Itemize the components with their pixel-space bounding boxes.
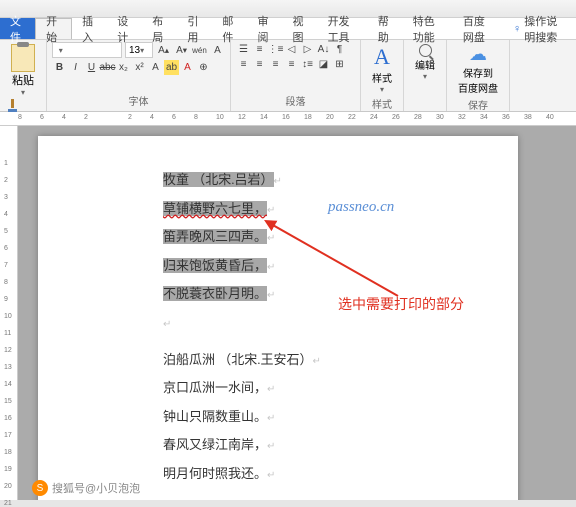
decrease-indent-button[interactable]: ◁	[284, 42, 299, 57]
line-spacing-button[interactable]: ↕≡	[300, 57, 315, 72]
font-group-label: 字体	[52, 93, 225, 109]
increase-indent-button[interactable]: ▷	[300, 42, 315, 57]
text-effects-button[interactable]: A	[148, 60, 163, 75]
font-color-button[interactable]: A	[180, 60, 195, 75]
superscript-button[interactable]: x²	[132, 60, 147, 75]
tab-reference[interactable]: 引用	[177, 18, 212, 39]
styles-icon: A	[374, 44, 390, 70]
ribbon-tabs: 文件 开始 插入 设计 布局 引用 邮件 审阅 视图 开发工具 帮助 特色功能 …	[0, 18, 576, 40]
shading-button[interactable]: ◪	[316, 57, 331, 72]
workspace: 123456789101112131415161718192021 牧童 （北宋…	[0, 126, 576, 500]
align-left-button[interactable]: ≡	[236, 57, 251, 72]
font-group: ▾ 13▾ A▴ A▾ wén A B I U abc x₂ x² A ab A…	[47, 40, 231, 111]
document-canvas[interactable]: 牧童 （北宋.吕岩）↵ 草铺横野六七里，↵ 笛弄晚风三四声。↵ 归来饱饭黄昏后，…	[18, 126, 576, 500]
page: 牧童 （北宋.吕岩）↵ 草铺横野六七里，↵ 笛弄晚风三四声。↵ 归来饱饭黄昏后，…	[38, 136, 518, 500]
font-size-select[interactable]: 13▾	[125, 42, 153, 58]
poem2-line-2[interactable]: 钟山只隔数重山。↵	[163, 403, 518, 432]
paragraph-group: ☰ ≡ ⋮≡ ◁ ▷ A↓ ¶ ≡ ≡ ≡ ≡ ↕≡ ◪ ⊞ 段落	[231, 40, 361, 111]
tab-special[interactable]: 特色功能	[403, 18, 453, 39]
horizontal-ruler[interactable]: 8642246810121416182022242628303234363840	[0, 112, 576, 126]
styles-group: A 样式▾ 样式	[361, 40, 404, 111]
save-baidu-button[interactable]: ☁ 保存到 百度网盘	[452, 42, 504, 97]
watermark: passneo.cn	[328, 191, 394, 224]
cloud-icon: ☁	[469, 44, 487, 65]
tab-layout[interactable]: 布局	[142, 18, 177, 39]
italic-button[interactable]: I	[68, 60, 83, 75]
save-group: ☁ 保存到 百度网盘 保存	[447, 40, 510, 111]
align-right-button[interactable]: ≡	[268, 57, 283, 72]
paste-button[interactable]: 粘贴▾	[5, 42, 41, 99]
sohu-logo-icon: S	[32, 480, 48, 496]
borders-button[interactable]: ⊞	[332, 57, 347, 72]
ribbon: 粘贴▾ 剪贴板 ▾ 13▾ A▴ A▾ wén A B I U abc x₂ x…	[0, 40, 576, 112]
poem2-line-4[interactable]: 明月何时照我还。↵	[163, 460, 518, 489]
tab-start[interactable]: 开始	[35, 18, 72, 39]
poem2-line-1[interactable]: 京口瓜洲一水间，↵	[163, 374, 518, 403]
align-center-button[interactable]: ≡	[252, 57, 267, 72]
editing-button[interactable]: 编辑▾	[409, 42, 441, 83]
decrease-font-button[interactable]: A▾	[174, 43, 189, 58]
tab-mail[interactable]: 邮件	[212, 18, 247, 39]
styles-button[interactable]: A 样式▾	[366, 42, 398, 96]
tab-help[interactable]: 帮助	[368, 18, 403, 39]
tab-file[interactable]: 文件	[0, 18, 35, 39]
tab-devtools[interactable]: 开发工具	[318, 18, 368, 39]
underline-button[interactable]: U	[84, 60, 99, 75]
paste-icon	[11, 44, 35, 72]
show-marks-button[interactable]: ¶	[332, 42, 347, 57]
sohu-attribution: S 搜狐号@小贝泡泡	[32, 480, 140, 496]
sort-button[interactable]: A↓	[316, 42, 331, 57]
clipboard-group: 粘贴▾ 剪贴板	[0, 40, 47, 111]
editing-group: 编辑▾	[404, 40, 447, 111]
vertical-ruler[interactable]: 123456789101112131415161718192021	[0, 126, 18, 500]
multilevel-button[interactable]: ⋮≡	[268, 42, 283, 57]
highlight-button[interactable]: ab	[164, 60, 179, 75]
bold-button[interactable]: B	[52, 60, 67, 75]
increase-font-button[interactable]: A▴	[156, 43, 171, 58]
tab-search[interactable]: ♀操作说明搜索	[503, 18, 576, 39]
paragraph-group-label: 段落	[236, 93, 355, 109]
poem2-title[interactable]: 泊船瓜洲 （北宋.王安石）↵	[163, 346, 518, 375]
justify-button[interactable]: ≡	[284, 57, 299, 72]
tab-design[interactable]: 设计	[107, 18, 142, 39]
numbering-button[interactable]: ≡	[252, 42, 267, 57]
tab-insert[interactable]: 插入	[72, 18, 107, 39]
poem1-line-2[interactable]: 笛弄晚风三四声。↵	[163, 223, 518, 252]
clear-format-button[interactable]: A	[210, 43, 225, 58]
enclose-char-button[interactable]: ⊕	[196, 60, 211, 75]
phonetic-guide-button[interactable]: wén	[192, 43, 207, 58]
font-family-select[interactable]: ▾	[52, 42, 122, 58]
poem2-line-3[interactable]: 春风又绿江南岸，↵	[163, 431, 518, 460]
search-icon	[419, 44, 432, 57]
lightbulb-icon: ♀	[513, 23, 521, 35]
annotation-label: 选中需要打印的部分	[338, 291, 464, 322]
tab-review[interactable]: 审阅	[247, 18, 282, 39]
save-group-label: 保存	[452, 97, 504, 113]
bullets-button[interactable]: ☰	[236, 42, 251, 57]
tab-baidu[interactable]: 百度网盘	[453, 18, 503, 39]
styles-group-label: 样式	[366, 96, 398, 112]
strike-button[interactable]: abc	[100, 60, 115, 75]
tab-view[interactable]: 视图	[283, 18, 318, 39]
subscript-button[interactable]: x₂	[116, 60, 131, 75]
poem1-line-3[interactable]: 归来饱饭黄昏后，↵	[163, 252, 518, 281]
